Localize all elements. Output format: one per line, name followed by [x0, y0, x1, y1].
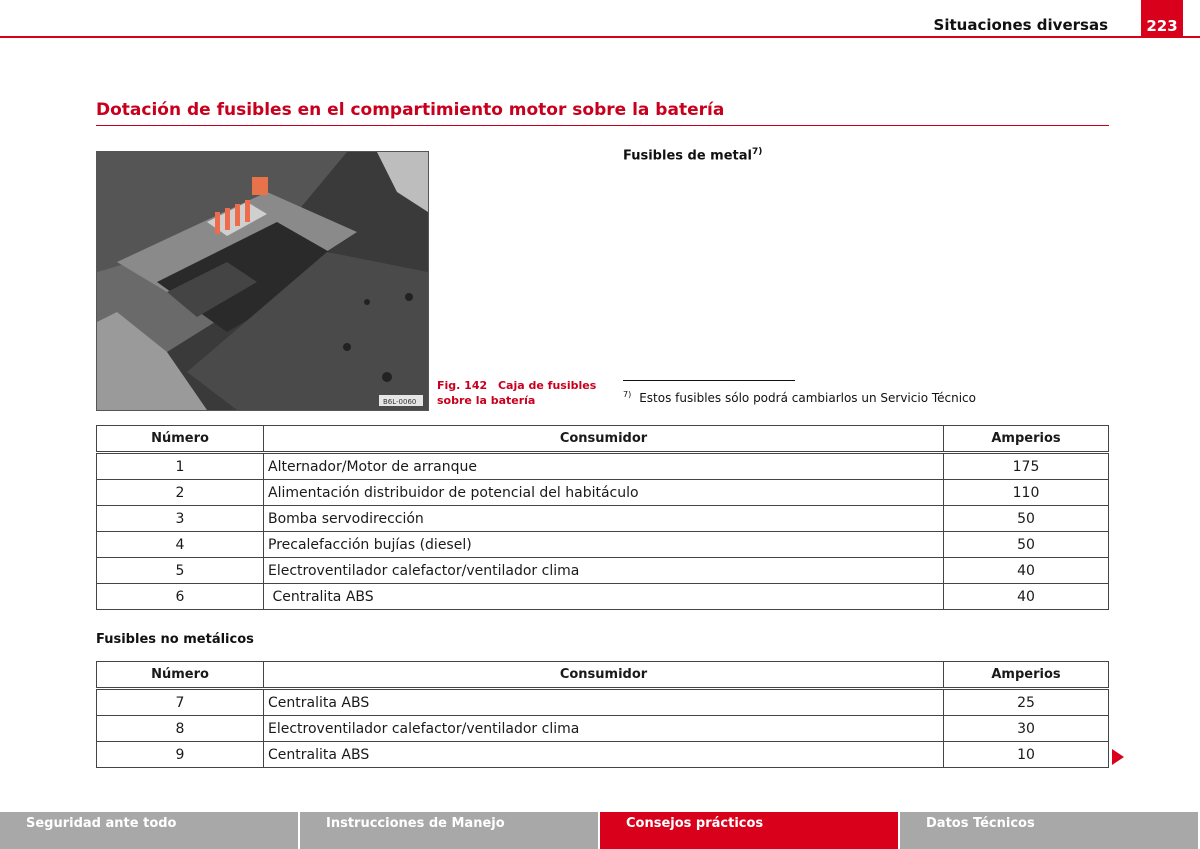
- column-header-number: Número: [96, 425, 264, 453]
- figure-caption-line-1: Caja de fusibles: [497, 379, 597, 392]
- fuse-consumer: Alternador/Motor de arranque: [263, 452, 944, 480]
- fuse-consumer: Centralita ABS: [263, 688, 944, 716]
- fuse-number: 4: [96, 531, 264, 558]
- fuse-amps: 10: [943, 741, 1109, 768]
- nav-tab-datos[interactable]: Datos Técnicos: [900, 812, 1198, 849]
- heading-rule: [96, 125, 1109, 126]
- fuse-amps: 110: [943, 479, 1109, 506]
- nonmetal-fuses-title: Fusibles no metálicos: [96, 632, 254, 647]
- fuse-number: 7: [96, 688, 264, 716]
- table-row: 1 Alternador/Motor de arranque 175: [96, 452, 1109, 480]
- engine-fuse-box-photo: B6L-0060: [96, 151, 429, 411]
- footnote-text: Estos fusibles sólo podrá cambiarlos un …: [639, 391, 976, 405]
- fuse-amps: 50: [943, 531, 1109, 558]
- fuse-consumer: Centralita ABS: [263, 741, 944, 768]
- fuse-amps: 40: [943, 583, 1109, 610]
- fuse-amps: 40: [943, 557, 1109, 584]
- next-page-arrow-icon[interactable]: [1112, 749, 1124, 765]
- column-header-number: Número: [96, 661, 264, 689]
- fuse-number: 3: [96, 505, 264, 532]
- footnote: 7) Estos fusibles sólo podrá cambiarlos u…: [623, 390, 976, 405]
- fuse-amps: 175: [943, 452, 1109, 480]
- fuse-consumer: Electroventilador calefactor/ventilador …: [263, 557, 944, 584]
- nav-tab-seguridad[interactable]: Seguridad ante todo: [0, 812, 298, 849]
- bottom-navigation: Seguridad ante todo Instrucciones de Man…: [0, 812, 1200, 849]
- engine-fuse-box-illustration: B6L-0060: [97, 152, 428, 410]
- column-header-amps: Amperios: [943, 425, 1109, 453]
- page-heading: Dotación de fusibles en el compartimient…: [96, 100, 725, 120]
- fuse-number: 6: [96, 583, 264, 610]
- footnote-reference: 7): [751, 147, 763, 157]
- table-row: 2 Alimentación distribuidor de potencial…: [96, 479, 1109, 506]
- header-rule: [0, 36, 1200, 38]
- fuse-consumer: Bomba servodirección: [263, 505, 944, 532]
- fuse-number: 5: [96, 557, 264, 584]
- nonmetal-fuses-table: Número Consumidor Amperios 7 Centralita …: [96, 661, 1109, 768]
- column-header-consumer: Consumidor: [263, 425, 944, 453]
- fuse-consumer: Electroventilador calefactor/ventilador …: [263, 715, 944, 742]
- table-row: 7 Centralita ABS 25: [96, 688, 1109, 716]
- table-row: 9 Centralita ABS 10: [96, 741, 1109, 768]
- page-number: 223: [1141, 0, 1183, 38]
- metal-fuses-title: Fusibles de metal7): [623, 147, 763, 164]
- fuse-amps: 50: [943, 505, 1109, 532]
- fuse-number: 9: [96, 741, 264, 768]
- figure-caption-line-2: sobre la batería: [437, 394, 536, 407]
- table-row: 6 Centralita ABS 40: [96, 583, 1109, 610]
- table-row: 4 Precalefacción bujías (diesel) 50: [96, 531, 1109, 558]
- column-header-consumer: Consumidor: [263, 661, 944, 689]
- table-row: 8 Electroventilador calefactor/ventilado…: [96, 715, 1109, 742]
- column-header-amps: Amperios: [943, 661, 1109, 689]
- nav-tab-instrucciones[interactable]: Instrucciones de Manejo: [300, 812, 598, 849]
- fuse-consumer: Centralita ABS: [263, 583, 944, 610]
- nav-tab-consejos[interactable]: Consejos prácticos: [600, 812, 898, 849]
- footnote-marker: 7): [623, 390, 632, 399]
- image-code: B6L-0060: [383, 398, 416, 406]
- table-row: 3 Bomba servodirección 50: [96, 505, 1109, 532]
- figure-label: Fig. 142: [437, 379, 488, 392]
- fuse-number: 2: [96, 479, 264, 506]
- fuse-consumer: Precalefacción bujías (diesel): [263, 531, 944, 558]
- figure-caption: Fig. 142 Caja de fusibles sobre la bater…: [437, 378, 607, 408]
- table-row: 5 Electroventilador calefactor/ventilado…: [96, 557, 1109, 584]
- fuse-number: 1: [96, 452, 264, 480]
- footnote-rule: [623, 380, 795, 381]
- section-title: Situaciones diversas: [933, 16, 1108, 34]
- fuse-consumer: Alimentación distribuidor de potencial d…: [263, 479, 944, 506]
- fuse-number: 8: [96, 715, 264, 742]
- metal-fuses-table: Número Consumidor Amperios 1 Alternador/…: [96, 425, 1109, 610]
- fuse-amps: 25: [943, 688, 1109, 716]
- fuse-amps: 30: [943, 715, 1109, 742]
